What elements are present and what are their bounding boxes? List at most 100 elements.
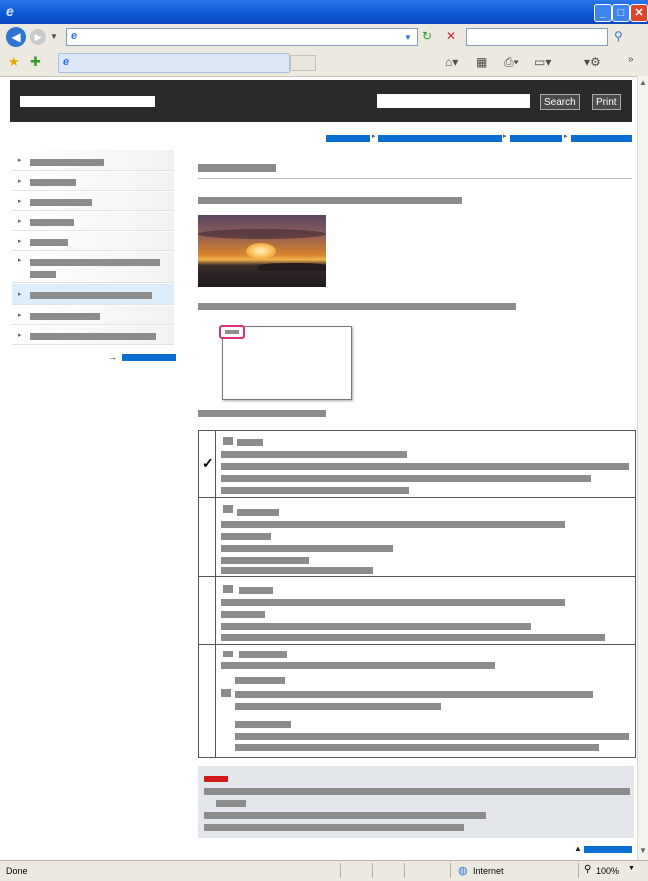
back-to-top-link[interactable]: [584, 846, 632, 853]
maximize-button[interactable]: □: [612, 4, 630, 22]
note-text: [204, 788, 630, 795]
chevron-right-icon: ▸: [18, 238, 22, 245]
status-separator: [578, 863, 579, 878]
status-separator: [340, 863, 341, 878]
breadcrumb-link[interactable]: [510, 135, 562, 142]
search-button[interactable]: Search: [540, 94, 580, 110]
breadcrumb-link[interactable]: [571, 135, 632, 142]
popup-window-example: [219, 325, 352, 400]
note-box: [198, 766, 634, 838]
step-title: [237, 439, 263, 446]
chevron-right-icon: ▸: [18, 178, 22, 185]
table-row-divider: [199, 576, 635, 577]
add-favorite-icon[interactable]: ✚: [30, 54, 41, 70]
active-tab[interactable]: e: [58, 53, 290, 73]
sidebar-item-label: [30, 239, 68, 246]
ie-logo-icon: e: [6, 3, 14, 19]
sidebar-item-label: [30, 179, 76, 186]
new-tab-button[interactable]: [290, 55, 316, 71]
sidebar-item[interactable]: ▸: [12, 326, 174, 345]
sidebar-item-selected[interactable]: ▸: [12, 284, 174, 305]
highlighted-button[interactable]: [219, 325, 245, 339]
zoom-level[interactable]: 100%: [596, 866, 619, 876]
sidebar-item-label: [30, 199, 92, 206]
sidebar-item[interactable]: ▸: [12, 232, 174, 251]
step-title: [239, 587, 273, 594]
steps-table: ✓: [198, 430, 636, 758]
checkmark-icon: ✓: [202, 455, 214, 471]
sidebar-item[interactable]: ▸: [12, 150, 174, 171]
globe-icon: ◍: [458, 865, 468, 877]
sidebar-item[interactable]: ▸: [12, 172, 174, 191]
sidebar-item-label: [30, 313, 100, 320]
chevron-right-icon: ▸: [18, 291, 22, 298]
sidebar-item-label: [30, 292, 152, 299]
breadcrumb-link[interactable]: [326, 135, 370, 142]
sidebar-nav: ▸ ▸ ▸ ▸ ▸ ▸ ▸ ▸ ▸ →: [0, 148, 180, 368]
intro-text: [198, 197, 462, 204]
minimize-button[interactable]: _: [594, 4, 612, 22]
table-heading: [198, 410, 326, 417]
print-icon[interactable]: ⎙▾: [504, 54, 519, 70]
search-box[interactable]: [466, 28, 608, 46]
title-divider: [198, 178, 632, 179]
home-icon[interactable]: ⌂▾: [445, 54, 458, 70]
back-arrow-icon[interactable]: ◀: [6, 27, 26, 47]
sidebar-item-label: [30, 271, 56, 278]
star-icon[interactable]: ★: [8, 54, 20, 70]
table-row-text: [221, 463, 629, 470]
sidebar-item[interactable]: ▸: [12, 306, 174, 325]
table-row-text: [221, 662, 495, 669]
table-row-text: [235, 744, 599, 751]
search-icon[interactable]: ⚲: [614, 28, 623, 44]
section-text: [198, 303, 516, 310]
chevron-right-icon: ▸: [18, 332, 22, 339]
table-row-text: [221, 533, 271, 540]
step-icon: [223, 585, 233, 593]
search-input[interactable]: [377, 94, 530, 108]
arrow-right-icon: →: [108, 352, 117, 362]
vertical-scrollbar[interactable]: ▲ ▼: [637, 76, 648, 860]
gear-icon[interactable]: ▾⚙: [584, 54, 601, 70]
breadcrumb-separator-icon: ▸: [372, 133, 376, 140]
step-icon: [223, 437, 233, 445]
refresh-icon[interactable]: ↻: [422, 28, 432, 44]
feeds-icon[interactable]: ▦: [476, 54, 487, 70]
status-bar: Done ◍ Internet ⚲ 100% ▼: [0, 860, 648, 881]
address-dropdown-icon[interactable]: ▼: [404, 30, 412, 46]
note-text: [216, 800, 246, 807]
sidebar-item[interactable]: ▸: [12, 192, 174, 211]
chevron-right-icon: ▸: [18, 157, 22, 164]
step-icon: [223, 651, 233, 657]
command-toolbar: ★ ✚ e ⌂▾ ▦ ⎙▾ ▭▾ ▾⚙ »: [0, 50, 648, 77]
sidebar-item[interactable]: ▸: [12, 212, 174, 231]
breadcrumb-link[interactable]: [378, 135, 502, 142]
print-button[interactable]: Print: [592, 94, 621, 110]
table-row-text: [235, 703, 441, 710]
sidebar-item-label: [30, 333, 156, 340]
sidebar-item[interactable]: ▸: [12, 252, 174, 283]
table-row-text: [235, 677, 285, 684]
table-row-text: [221, 634, 605, 641]
page-icon: e: [71, 30, 78, 42]
history-dropdown-icon[interactable]: ▼: [50, 29, 58, 45]
table-row-text: [235, 721, 291, 728]
zoom-dropdown-icon[interactable]: ▼: [628, 865, 635, 872]
chevron-right-icon: ▸: [18, 257, 22, 264]
zone-text: Internet: [473, 866, 504, 876]
zoom-icon[interactable]: ⚲: [584, 864, 591, 875]
sidebar-more-link[interactable]: [122, 354, 176, 361]
page-menu-icon[interactable]: ▭▾: [534, 54, 551, 70]
close-button[interactable]: ✕: [630, 4, 648, 22]
sidebar-item-label: [30, 219, 74, 226]
chevron-right-icon: ▸: [18, 198, 22, 205]
status-text: Done: [6, 866, 28, 876]
table-row-text: [221, 451, 407, 458]
forward-arrow-icon[interactable]: ▶: [30, 29, 46, 45]
scroll-up-icon[interactable]: ▲: [639, 78, 647, 87]
stop-icon[interactable]: ✕: [446, 28, 456, 44]
address-bar[interactable]: e: [66, 28, 418, 46]
toolbar-overflow-icon[interactable]: »: [628, 52, 634, 68]
table-row-divider: [199, 497, 635, 498]
scroll-down-icon[interactable]: ▼: [639, 846, 647, 855]
